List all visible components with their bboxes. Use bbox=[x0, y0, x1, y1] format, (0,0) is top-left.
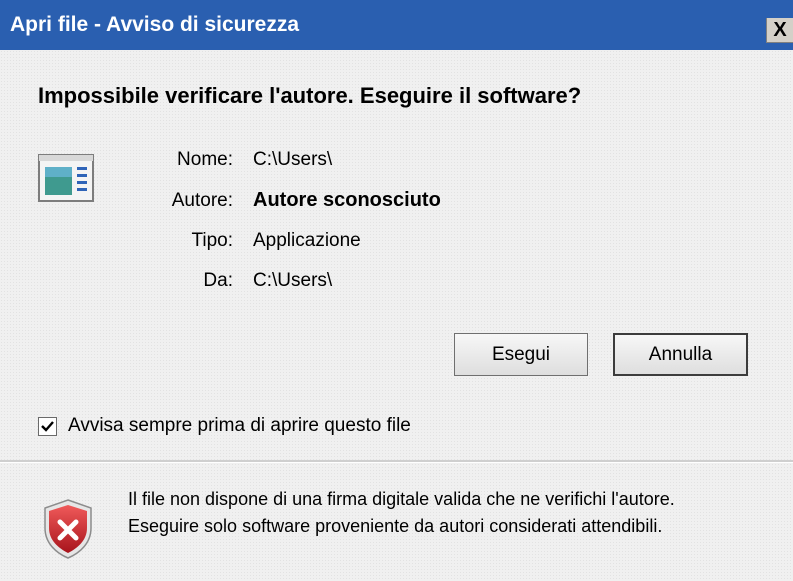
author-value: Autore sconosciuto bbox=[253, 189, 441, 211]
footer-line-1: Il file non dispone di una firma digital… bbox=[128, 489, 675, 509]
type-value: Applicazione bbox=[253, 230, 361, 251]
from-label: Da: bbox=[203, 270, 233, 291]
security-warning-shield-icon bbox=[44, 499, 92, 559]
footer-message: Il file non dispone di una firma digital… bbox=[128, 486, 788, 540]
close-button[interactable]: X bbox=[766, 18, 793, 43]
name-label: Nome: bbox=[177, 149, 233, 170]
name-value: C:\Users\ bbox=[253, 149, 333, 170]
type-label: Tipo: bbox=[191, 230, 233, 251]
from-value: C:\Users\ bbox=[253, 270, 333, 291]
window-title: Apri file - Avviso di sicurezza bbox=[10, 13, 300, 36]
dialog-body bbox=[0, 50, 793, 460]
application-file-icon bbox=[38, 154, 94, 202]
cancel-button[interactable]: Annulla bbox=[613, 333, 748, 376]
author-label: Autore: bbox=[171, 190, 233, 211]
always-warn-label[interactable]: Avvisa sempre prima di aprire questo fil… bbox=[68, 415, 411, 437]
always-warn-checkbox[interactable] bbox=[38, 417, 57, 436]
run-button[interactable]: Esegui bbox=[454, 333, 588, 376]
checkmark-icon bbox=[41, 421, 54, 432]
footer-line-2: Eseguire solo software proveniente da au… bbox=[128, 516, 663, 536]
title-bar[interactable]: Apri file - Avviso di sicurezza bbox=[0, 0, 793, 50]
security-question: Impossibile verificare l'autore. Eseguir… bbox=[38, 83, 582, 108]
